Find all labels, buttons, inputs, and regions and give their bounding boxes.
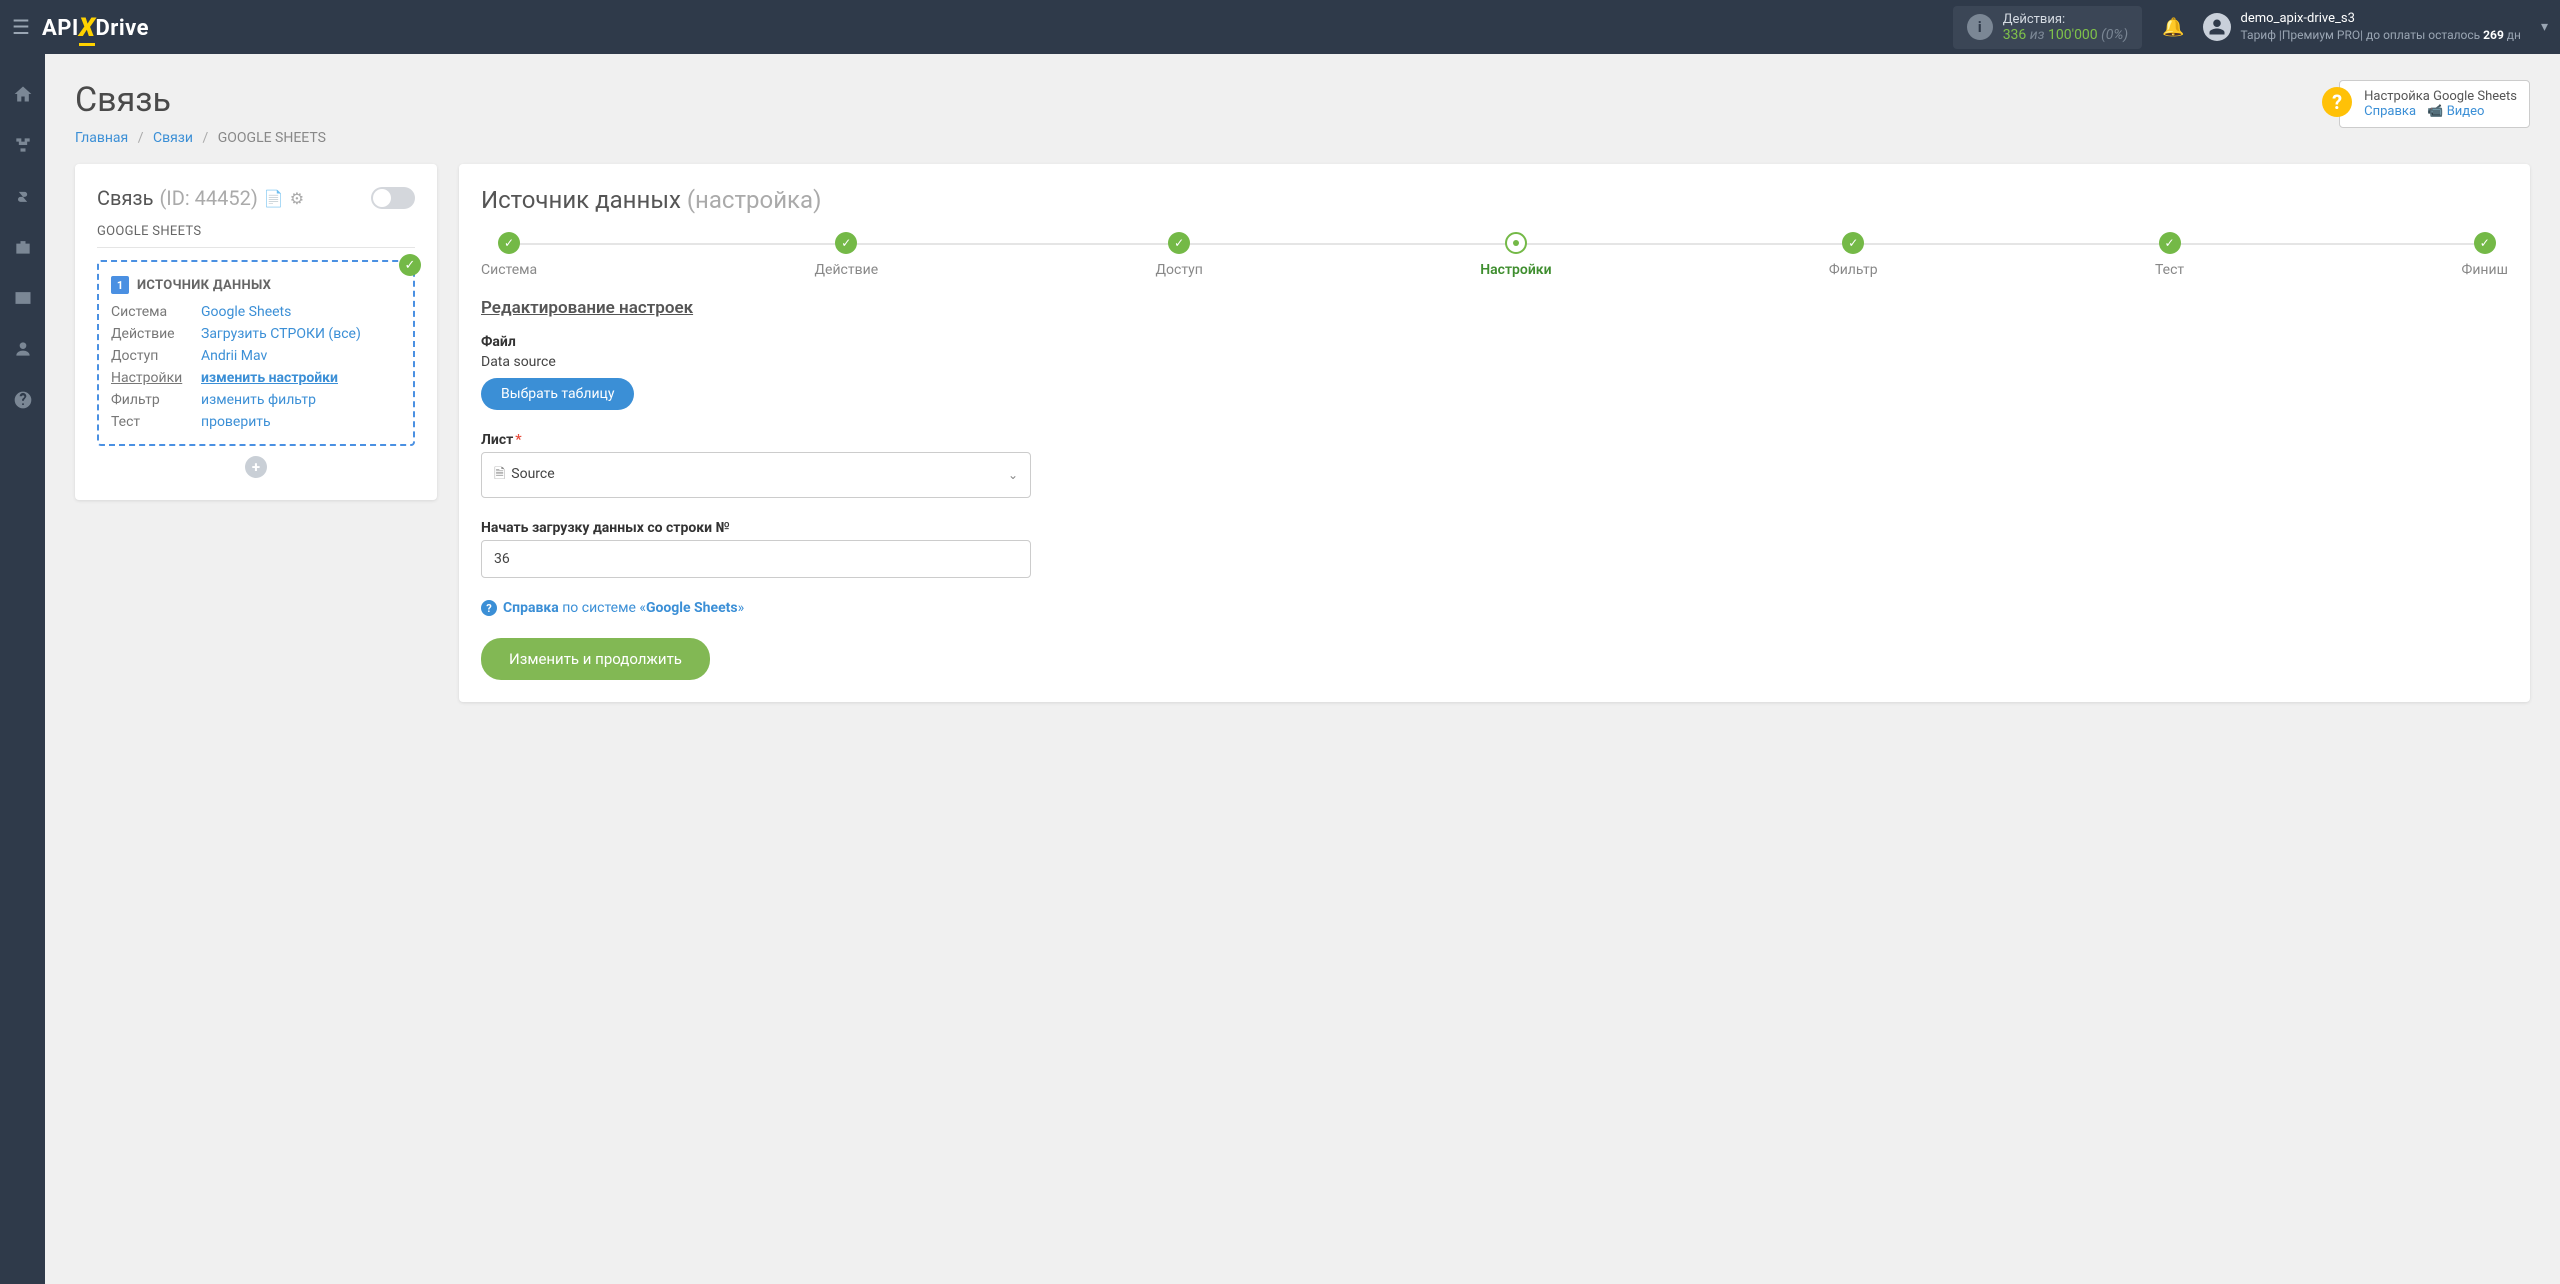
add-destination-button[interactable]: + bbox=[245, 456, 267, 478]
file-value: Data source bbox=[481, 354, 2508, 370]
step-icon-current bbox=[1505, 232, 1527, 254]
sheet-label: Лист* bbox=[481, 432, 2508, 448]
settings-card: Источник данных (настройка) ✓ Система ✓ Де… bbox=[459, 164, 2530, 702]
step-icon-done: ✓ bbox=[2474, 232, 2496, 254]
help-title: Настройка Google Sheets bbox=[2364, 89, 2517, 104]
actions-label: Действия: bbox=[2003, 12, 2128, 27]
source-number-badge: 1 bbox=[111, 276, 129, 294]
settings-title: Источник данных (настройка) bbox=[481, 186, 2508, 214]
source-box[interactable]: ✓ 1 ИСТОЧНИК ДАННЫХ СистемаGoogle Sheets… bbox=[97, 260, 415, 446]
step-icon-done: ✓ bbox=[498, 232, 520, 254]
step-label[interactable]: Система bbox=[481, 262, 537, 278]
document-icon: 🗎 bbox=[494, 466, 505, 482]
breadcrumb-links[interactable]: Связи bbox=[153, 130, 193, 146]
question-icon[interactable]: ? bbox=[2322, 87, 2352, 117]
source-action-link[interactable]: Загрузить СТРОКИ (все) bbox=[201, 326, 361, 342]
file-label: Файл bbox=[481, 334, 2508, 350]
section-heading: Редактирование настроек bbox=[481, 298, 2508, 318]
topbar: ☰ APIXDrive i Действия: 336 из 100'000 (… bbox=[0, 0, 2560, 54]
source-settings-link[interactable]: изменить настройки bbox=[201, 370, 338, 386]
step-label[interactable]: Тест bbox=[2155, 262, 2184, 278]
actions-values: 336 из 100'000 (0%) bbox=[2003, 27, 2128, 43]
source-filter-link[interactable]: изменить фильтр bbox=[201, 392, 316, 408]
logo[interactable]: APIXDrive bbox=[42, 12, 149, 42]
help-ref-link[interactable]: Справка bbox=[2364, 104, 2416, 119]
breadcrumb-current: GOOGLE SHEETS bbox=[218, 130, 326, 146]
source-access-link[interactable]: Andrii Mav bbox=[201, 348, 267, 364]
step-icon-done: ✓ bbox=[2159, 232, 2181, 254]
step-icon-done: ✓ bbox=[1842, 232, 1864, 254]
step-label[interactable]: Фильтр bbox=[1829, 262, 1878, 278]
username: demo_apix-drive_s3 bbox=[2241, 11, 2521, 28]
help-panel: ? Настройка Google Sheets Справка 📹 Виде… bbox=[2339, 80, 2530, 128]
connection-card: Связь (ID: 44452) 📄 ⚙ GOOGLE SHEETS ✓ 1 … bbox=[75, 164, 437, 500]
help-icon[interactable] bbox=[13, 390, 33, 415]
sheet-select[interactable]: 🗎Source ⌄ bbox=[481, 452, 1031, 498]
home-icon[interactable] bbox=[13, 84, 33, 109]
briefcase-icon[interactable] bbox=[13, 237, 33, 262]
step-icon-done: ✓ bbox=[835, 232, 857, 254]
help-video-link[interactable]: Видео bbox=[2447, 104, 2485, 119]
enable-toggle[interactable] bbox=[371, 187, 415, 209]
video-icon[interactable] bbox=[13, 288, 33, 313]
profile-icon[interactable] bbox=[13, 339, 33, 364]
start-row-input[interactable] bbox=[481, 540, 1031, 578]
choose-table-button[interactable]: Выбрать таблицу bbox=[481, 378, 634, 410]
submit-button[interactable]: Изменить и продолжить bbox=[481, 638, 710, 680]
sidenav bbox=[0, 54, 45, 1284]
system-help-link[interactable]: ? Справка по системе «Google Sheets» bbox=[481, 600, 2508, 616]
step-label[interactable]: Действие bbox=[815, 262, 879, 278]
connection-header: Связь (ID: 44452) 📄 ⚙ bbox=[97, 186, 415, 210]
page-title: Связь bbox=[75, 80, 326, 120]
actions-counter[interactable]: i Действия: 336 из 100'000 (0%) bbox=[1953, 6, 2142, 49]
breadcrumb-home[interactable]: Главная bbox=[75, 130, 128, 146]
step-tracker: ✓ Система ✓ Действие ✓ Доступ Настройки ✓ Фи… bbox=[481, 232, 2508, 278]
step-icon-done: ✓ bbox=[1168, 232, 1190, 254]
user-menu[interactable]: demo_apix-drive_s3 Тариф |Премиум PRO| д… bbox=[2203, 11, 2521, 43]
bell-icon[interactable]: 🔔 bbox=[2162, 17, 2184, 38]
chevron-down-icon[interactable]: ▾ bbox=[2541, 19, 2548, 35]
hamburger-icon[interactable]: ☰ bbox=[12, 15, 30, 39]
check-icon: ✓ bbox=[399, 254, 421, 276]
info-icon: i bbox=[1967, 14, 1993, 40]
avatar-icon bbox=[2203, 13, 2231, 41]
step-label[interactable]: Доступ bbox=[1156, 262, 1203, 278]
copy-icon[interactable]: 📄 bbox=[264, 189, 284, 208]
source-test-link[interactable]: проверить bbox=[201, 414, 271, 430]
connection-system: GOOGLE SHEETS bbox=[97, 224, 415, 239]
source-title: ИСТОЧНИК ДАННЫХ bbox=[137, 278, 271, 293]
step-label-active[interactable]: Настройки bbox=[1480, 262, 1551, 278]
question-small-icon: ? bbox=[481, 600, 497, 616]
gear-icon[interactable]: ⚙ bbox=[290, 189, 304, 208]
source-system-link[interactable]: Google Sheets bbox=[201, 304, 291, 320]
breadcrumb: Главная / Связи / GOOGLE SHEETS bbox=[75, 130, 326, 146]
chevron-down-icon: ⌄ bbox=[1008, 468, 1018, 482]
connections-icon[interactable] bbox=[13, 135, 33, 160]
billing-icon[interactable] bbox=[13, 186, 33, 211]
step-label[interactable]: Финиш bbox=[2462, 262, 2508, 278]
start-row-label: Начать загрузку данных со строки № bbox=[481, 520, 2508, 536]
camera-icon: 📹 bbox=[2427, 104, 2443, 119]
tariff-info: Тариф |Премиум PRO| до оплаты осталось 2… bbox=[2241, 28, 2521, 44]
